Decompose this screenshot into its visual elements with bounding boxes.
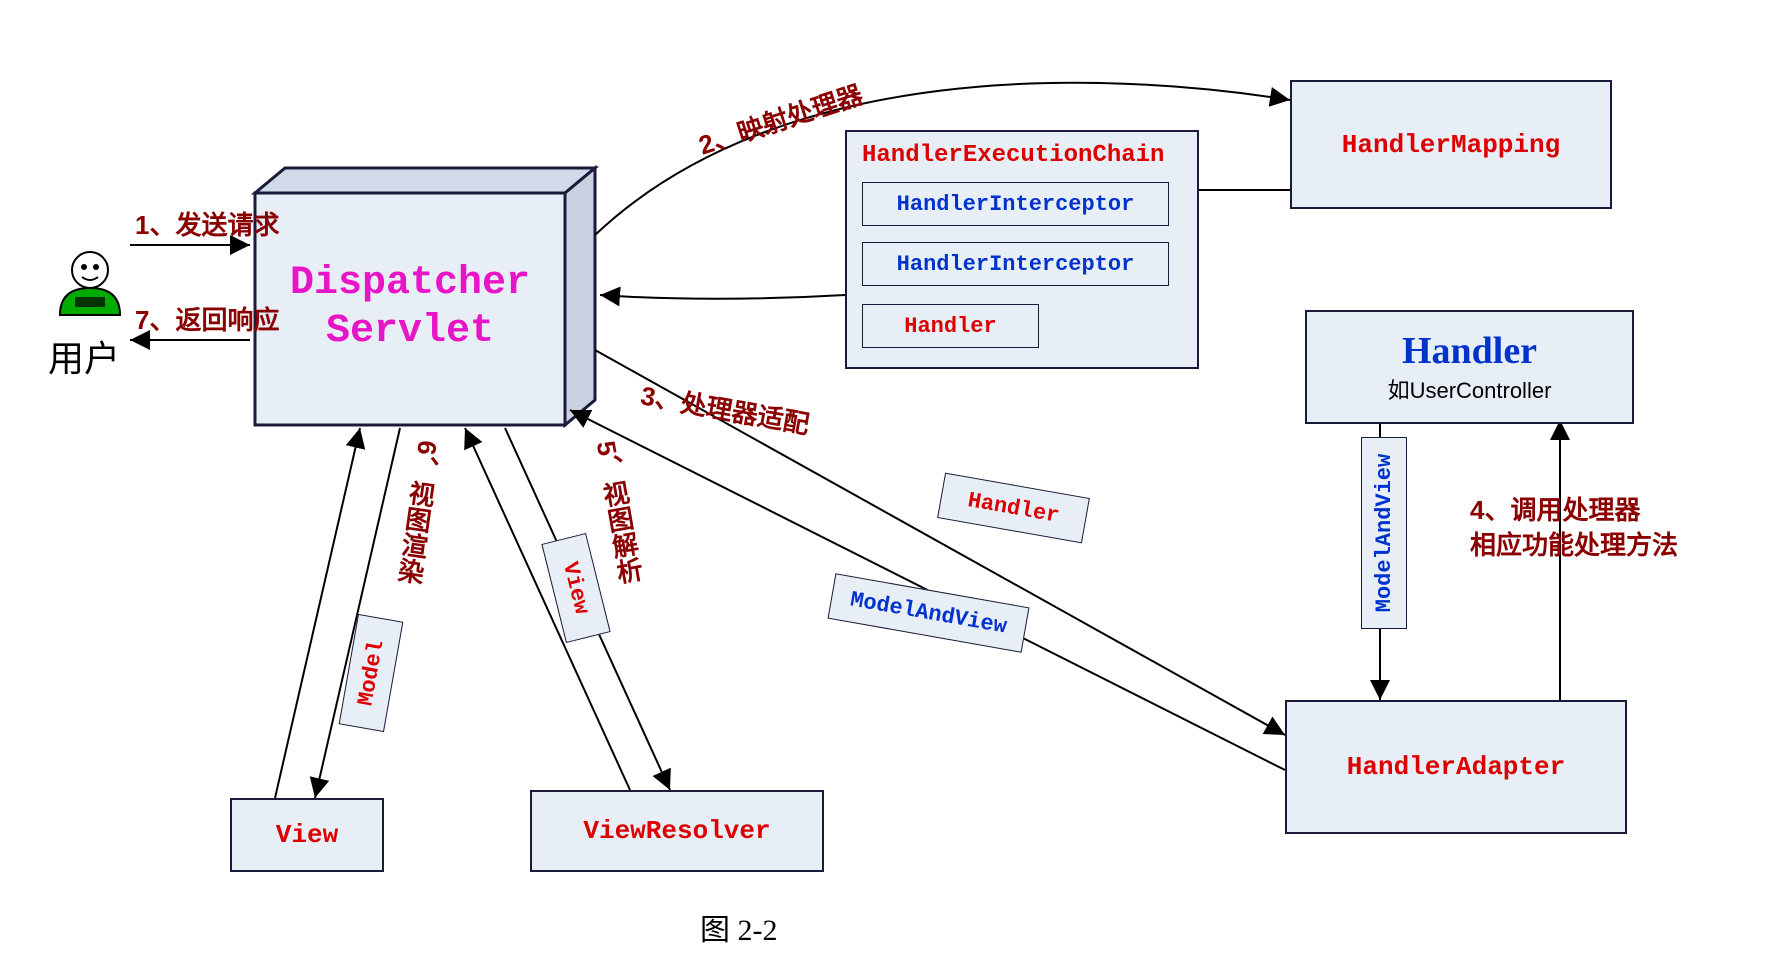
interceptor-2: HandlerInterceptor	[862, 242, 1169, 286]
execution-chain-box: HandlerExecutionChain HandlerInterceptor…	[845, 130, 1199, 369]
handler-adapter-label: HandlerAdapter	[1347, 752, 1565, 782]
step-7: 7、返回响应	[135, 300, 279, 337]
step-1: 1、发送请求	[135, 205, 279, 242]
step-4b: 相应功能处理方法	[1470, 525, 1678, 562]
handler-sub: 如UserController	[1388, 373, 1552, 405]
handler-mapping-box: HandlerMapping	[1290, 80, 1612, 209]
dispatcher-servlet: DispatcherServlet	[255, 260, 565, 356]
diagram-stage: DispatcherServlet 用户 HandlerMapping Hand…	[0, 0, 1786, 968]
view-label: View	[276, 820, 338, 850]
handler-title: Handler	[1402, 329, 1537, 373]
handler-adapter-box: HandlerAdapter	[1285, 700, 1627, 834]
view-resolver-box: ViewResolver	[530, 790, 824, 872]
chain-title: HandlerExecutionChain	[862, 142, 1164, 169]
figure-caption: 图 2-2	[700, 905, 778, 949]
view-resolver-label: ViewResolver	[583, 816, 770, 846]
chain-handler: Handler	[862, 304, 1039, 348]
step-4a: 4、调用处理器	[1470, 490, 1640, 527]
handler-mapping-label: HandlerMapping	[1342, 130, 1560, 160]
view-box: View	[230, 798, 384, 872]
interceptor-1: HandlerInterceptor	[862, 182, 1169, 226]
user-label: 用户	[48, 330, 120, 382]
handler-box: Handler 如UserController	[1305, 310, 1634, 424]
msg-mav2: ModelAndView	[1361, 437, 1407, 629]
